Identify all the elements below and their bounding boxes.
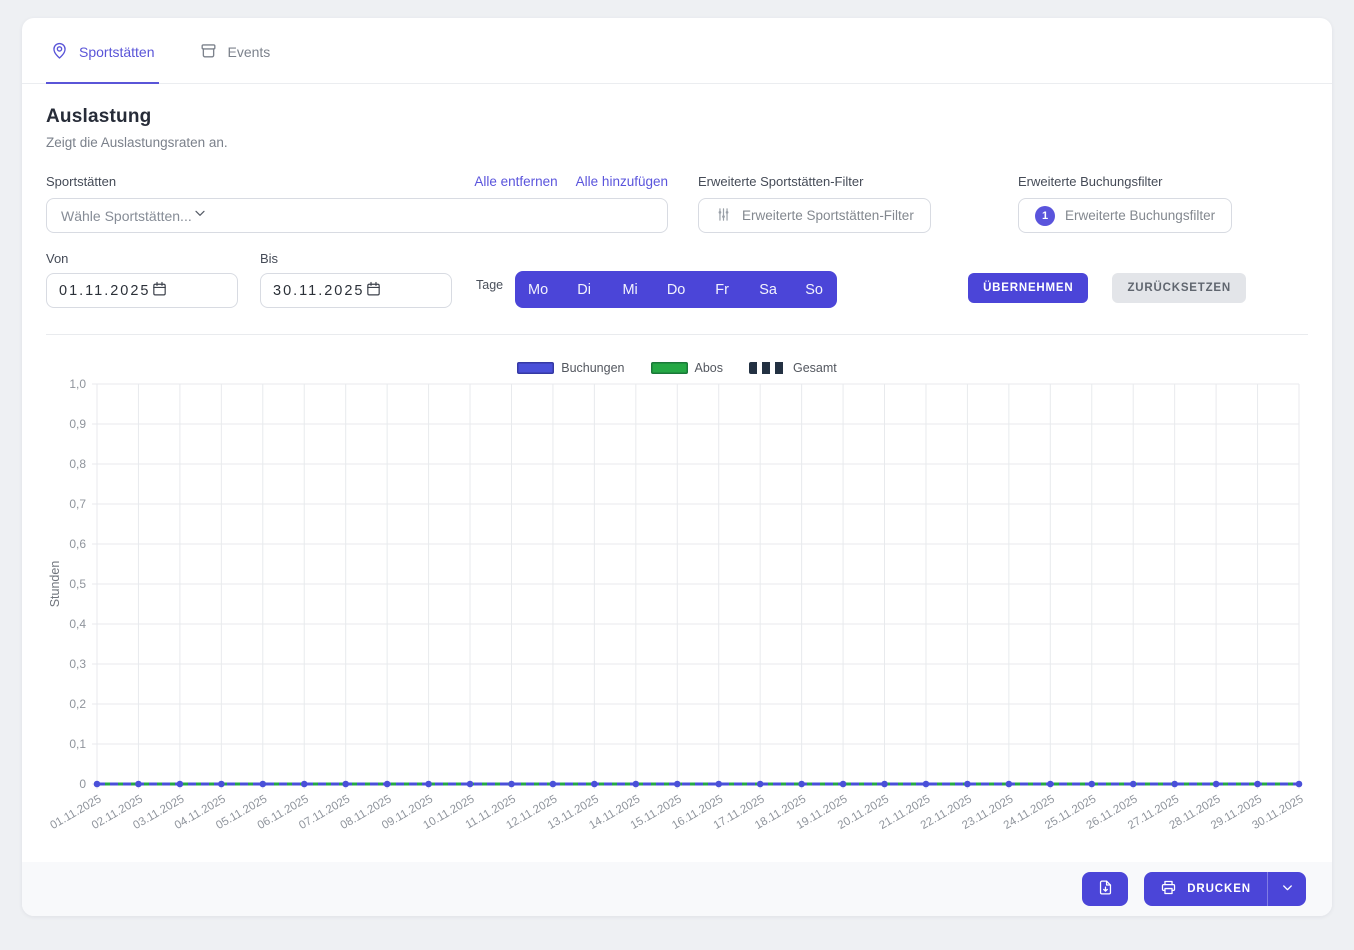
legend-label: Gesamt <box>793 361 837 375</box>
to-date-label: Bis <box>260 251 278 266</box>
calendar-icon <box>365 280 382 302</box>
title-block: Auslastung Zeigt die Auslastungsraten an… <box>22 84 1332 150</box>
svg-text:0: 0 <box>79 777 86 791</box>
chart-section: Buchungen Abos Gesamt 0 0,1 0,2 0,3 0,4 0,5 0,6 0… <box>22 361 1332 855</box>
from-date-value: 01.11.2025 <box>59 283 151 299</box>
weekday-filter-label: Tage <box>476 278 503 302</box>
day-button-do[interactable]: Do <box>653 271 699 308</box>
to-date-input[interactable]: 30.11.2025 <box>260 273 452 308</box>
export-file-button[interactable] <box>1082 872 1128 906</box>
advanced-venue-filter-label: Erweiterte Sportstätten-Filter <box>698 174 863 189</box>
legend-item-abos: Abos <box>651 361 724 375</box>
tab-label: Events <box>228 44 271 60</box>
legend-label: Abos <box>695 361 724 375</box>
from-date-input[interactable]: 01.11.2025 <box>46 273 238 308</box>
tab-events[interactable]: Events <box>195 18 275 84</box>
utilization-chart: 00,10,20,30,40,50,60,70,80,91,001.11.202… <box>46 378 1308 850</box>
legend-swatch <box>517 362 554 374</box>
file-download-icon <box>1097 879 1114 899</box>
venue-select-label: Sportstätten <box>46 174 116 189</box>
svg-text:1,0: 1,0 <box>69 378 86 391</box>
svg-text:0,6: 0,6 <box>69 537 86 551</box>
print-split-button: DRUCKEN <box>1144 872 1306 906</box>
svg-text:0,4: 0,4 <box>69 617 86 631</box>
svg-text:0,7: 0,7 <box>69 497 86 511</box>
tab-bar: Sportstätten Events <box>22 18 1332 84</box>
day-button-sa[interactable]: Sa <box>745 271 791 308</box>
apply-reset-group: ÜBERNEHMEN ZURÜCKSETZEN <box>968 273 1246 308</box>
svg-text:0,3: 0,3 <box>69 657 86 671</box>
reset-button[interactable]: ZURÜCKSETZEN <box>1112 273 1246 303</box>
chart-legend: Buchungen Abos Gesamt <box>46 361 1308 375</box>
legend-label: Buchungen <box>561 361 624 375</box>
print-button-label: DRUCKEN <box>1187 883 1251 895</box>
day-button-mo[interactable]: Mo <box>515 271 561 308</box>
day-button-mi[interactable]: Mi <box>607 271 653 308</box>
footer-bar: DRUCKEN <box>22 862 1332 916</box>
advanced-booking-filter-field: Erweiterte Buchungsfilter 1 Erweiterte B… <box>1018 174 1308 233</box>
print-button[interactable]: DRUCKEN <box>1144 872 1267 906</box>
legend-swatch <box>749 362 786 374</box>
svg-text:0,1: 0,1 <box>69 737 86 751</box>
svg-text:Stunden: Stunden <box>48 561 62 608</box>
add-all-link[interactable]: Alle hinzufügen <box>576 174 668 189</box>
main-panel: Sportstätten Events Auslastung Zeigt die… <box>22 18 1332 916</box>
sliders-icon <box>715 206 732 226</box>
advanced-booking-filter-button-label: Erweiterte Buchungsfilter <box>1065 208 1215 223</box>
location-pin-icon <box>50 41 69 63</box>
svg-text:0,2: 0,2 <box>69 697 86 711</box>
legend-item-gesamt: Gesamt <box>749 361 837 375</box>
page-title: Auslastung <box>46 106 1308 128</box>
to-date-field: Bis 30.11.2025 <box>260 251 452 308</box>
from-date-field: Von 01.11.2025 <box>46 251 238 308</box>
venue-select-input[interactable]: Wähle Sportstätten... <box>46 198 668 233</box>
filters-row-2: Von 01.11.2025 Bis 30.11.2025 Tage MoDiM… <box>22 251 1332 308</box>
advanced-venue-filter-field: Erweiterte Sportstätten-Filter Erweitert… <box>698 174 988 233</box>
printer-icon <box>1160 879 1177 899</box>
day-button-di[interactable]: Di <box>561 271 607 308</box>
day-buttons: MoDiMiDoFrSaSo <box>515 271 837 308</box>
day-button-so[interactable]: So <box>791 271 837 308</box>
legend-swatch <box>651 362 688 374</box>
legend-item-buchungen: Buchungen <box>517 361 624 375</box>
section-divider <box>46 334 1308 335</box>
filter-count-badge: 1 <box>1035 206 1055 226</box>
chevron-down-icon <box>1280 880 1295 898</box>
tab-label: Sportstätten <box>79 44 155 60</box>
advanced-booking-filter-button[interactable]: 1 Erweiterte Buchungsfilter <box>1018 198 1232 233</box>
venue-select-field: Sportstätten Alle entfernen Alle hinzufü… <box>46 174 668 233</box>
to-date-value: 30.11.2025 <box>273 283 365 299</box>
archive-box-icon <box>199 41 218 63</box>
calendar-icon <box>151 280 168 302</box>
apply-button[interactable]: ÜBERNEHMEN <box>968 273 1088 303</box>
tab-sportstaetten[interactable]: Sportstätten <box>46 18 159 84</box>
advanced-booking-filter-label: Erweiterte Buchungsfilter <box>1018 174 1163 189</box>
svg-text:0,8: 0,8 <box>69 457 86 471</box>
print-options-caret[interactable] <box>1268 872 1306 906</box>
page-subtitle: Zeigt die Auslastungsraten an. <box>46 135 1308 150</box>
from-date-label: Von <box>46 251 68 266</box>
remove-all-link[interactable]: Alle entfernen <box>474 174 557 189</box>
svg-text:0,5: 0,5 <box>69 577 86 591</box>
svg-text:0,9: 0,9 <box>69 417 86 431</box>
advanced-venue-filter-button-label: Erweiterte Sportstätten-Filter <box>742 208 914 223</box>
chevron-down-icon <box>192 205 208 226</box>
filters-row-1: Sportstätten Alle entfernen Alle hinzufü… <box>22 174 1332 233</box>
day-button-fr[interactable]: Fr <box>699 271 745 308</box>
advanced-venue-filter-button[interactable]: Erweiterte Sportstätten-Filter <box>698 198 931 233</box>
weekday-filter: Tage MoDiMiDoFrSaSo <box>476 271 837 308</box>
venue-select-placeholder: Wähle Sportstätten... <box>61 208 192 224</box>
